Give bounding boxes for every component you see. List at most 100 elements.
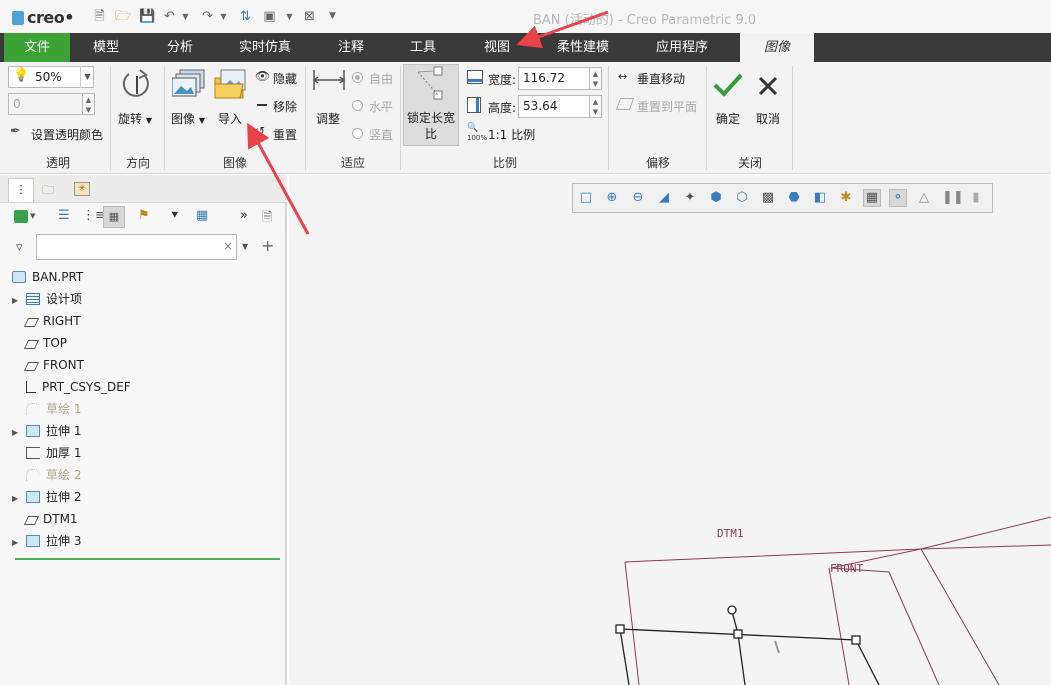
import-button[interactable]: 导入	[218, 110, 242, 127]
customize-toolbar-icon[interactable]: ▼	[325, 9, 340, 24]
image-gallery-icon	[172, 69, 205, 97]
more-chevron-icon[interactable]: »	[240, 208, 248, 223]
clear-search-icon[interactable]: ×	[223, 239, 233, 253]
tree-item-label: FRONT	[43, 358, 84, 372]
radio-free[interactable]	[352, 72, 363, 83]
tab-annotate[interactable]: 注释	[326, 33, 376, 62]
add-icon[interactable]: +	[261, 236, 274, 255]
group-divider	[608, 66, 609, 170]
adjust-button[interactable]: 调整	[316, 110, 340, 127]
import-image-icon	[214, 69, 246, 99]
tree-item[interactable]: PRT_CSYS_DEF	[12, 376, 131, 398]
tab-applications[interactable]: 应用程序	[645, 33, 719, 62]
reset-to-plane-button[interactable]: 重置到平面	[637, 98, 697, 115]
radio-horizontal[interactable]	[352, 100, 363, 111]
tab-image[interactable]: 图像	[740, 33, 814, 62]
regenerate-icon[interactable]: ⇅	[238, 9, 253, 24]
redo-dropdown-icon[interactable]: ▼	[216, 9, 231, 24]
expand-arrow-icon[interactable]: ▶	[12, 290, 26, 312]
tree-item[interactable]: TOP	[12, 332, 67, 354]
tree-item[interactable]: 草绘 1	[12, 398, 81, 420]
tree-item[interactable]: ▶ 拉伸 3	[12, 530, 81, 552]
datum-plane-icon	[23, 318, 40, 327]
tab-file[interactable]: 文件	[4, 33, 70, 62]
show-icon[interactable]	[14, 210, 28, 223]
width-spinner[interactable]: ▲ ▼	[590, 67, 602, 90]
tree-search-input[interactable]	[36, 234, 237, 260]
tab-model[interactable]: 模型	[76, 33, 136, 62]
part-icon	[12, 271, 26, 283]
settings-filter-icon[interactable]: ⯆	[170, 208, 180, 223]
layers-toggle-icon[interactable]: ▦	[103, 206, 125, 228]
tree-item[interactable]: ▶ 拉伸 1	[12, 420, 81, 442]
vertical-move-button[interactable]: 垂直移动	[637, 70, 685, 87]
one-to-one-scale-button[interactable]: 1:1 比例	[488, 126, 535, 143]
radio-vertical[interactable]	[352, 128, 363, 139]
height-spinner[interactable]: ▲ ▼	[590, 95, 602, 118]
tree-item-label: RIGHT	[43, 314, 81, 328]
tab-view[interactable]: 视图	[470, 33, 524, 62]
tab-analysis[interactable]: 分析	[150, 33, 210, 62]
new-file-icon[interactable]: 🗎	[92, 9, 107, 24]
tree-item[interactable]: ▶ 设计项	[12, 288, 82, 310]
datum-plane-icon	[23, 516, 40, 525]
expand-arrow-icon[interactable]: ▶	[12, 422, 26, 444]
lock-aspect-label: 锁定长宽比	[407, 111, 456, 141]
set-transparent-color-button[interactable]: 设置透明颜色	[31, 126, 103, 143]
group-label-fit: 适应	[340, 156, 365, 170]
tree-item[interactable]: 草绘 2	[12, 464, 81, 486]
undo-icon[interactable]: ↶	[162, 9, 177, 24]
redo-icon[interactable]: ↷	[200, 9, 215, 24]
tree-item[interactable]: RIGHT	[12, 310, 81, 332]
transparency-input[interactable]: 0	[8, 93, 83, 115]
expand-arrow-icon[interactable]: ▶	[12, 488, 26, 510]
width-field[interactable]: 116.72	[518, 67, 590, 90]
search-dropdown-icon[interactable]: ▼	[242, 242, 248, 251]
cancel-button[interactable]: 取消	[756, 110, 780, 127]
folder-browser-tab-icon[interactable]: 🗀	[42, 181, 54, 202]
tree-item[interactable]: DTM1	[12, 508, 78, 530]
tree-item[interactable]: ▶ 拉伸 2	[12, 486, 81, 508]
lightbulb-icon: 💡	[13, 68, 30, 83]
height-field[interactable]: 53.64	[518, 95, 590, 118]
undo-dropdown-icon[interactable]: ▼	[178, 9, 193, 24]
chevron-down-icon[interactable]: ▼	[80, 66, 94, 88]
model-tree-tab-icon[interactable]: ⋮	[8, 178, 34, 202]
window-title: BAN (活动的) - Creo Parametric 9.0	[533, 13, 757, 28]
tree-root[interactable]: BAN.PRT	[12, 266, 83, 288]
tab-tools[interactable]: 工具	[398, 33, 448, 62]
remove-button[interactable]: 移除	[273, 98, 297, 115]
filter-funnel-icon: ▿	[16, 240, 23, 255]
highlight-icon[interactable]: ⚑	[138, 208, 150, 223]
tree-columns-icon[interactable]: ☰	[58, 208, 70, 223]
group-label-image: 图像	[222, 156, 247, 170]
windows-icon[interactable]: ▣	[262, 9, 277, 24]
tree-item[interactable]: 加厚 1	[12, 442, 81, 464]
close-window-icon[interactable]: ⊠	[302, 9, 317, 24]
tab-live-simulation[interactable]: 实时仿真	[230, 33, 300, 62]
group-label-close: 关闭	[737, 156, 762, 170]
document-icon[interactable]: 🗎	[262, 208, 272, 230]
magnifier-100-icon: 🔍 100%	[467, 123, 488, 142]
ok-button[interactable]: 确定	[716, 110, 740, 127]
image-menu-button[interactable]: 图像 ▼	[171, 110, 205, 127]
windows-dropdown-icon[interactable]: ▼	[282, 9, 297, 24]
insert-indicator	[15, 558, 280, 560]
expand-arrow-icon[interactable]: ▶	[12, 532, 26, 554]
design-items-icon	[26, 293, 40, 305]
rotate-button[interactable]: 旋转 ▼	[118, 110, 152, 127]
chevron-down-icon[interactable]: ▼	[30, 212, 35, 220]
tree-item-label: PRT_CSYS_DEF	[42, 380, 131, 394]
tree-settings-icon[interactable]: ▦	[196, 208, 208, 223]
tab-flexible-modeling[interactable]: 柔性建模	[548, 33, 618, 62]
open-folder-icon[interactable]: 🗁	[115, 9, 131, 24]
favorites-tab-icon[interactable]: ✳	[74, 182, 90, 196]
save-icon[interactable]: 💾	[139, 9, 155, 24]
creo-logo: creo•	[12, 8, 74, 27]
hide-button[interactable]: 隐藏	[273, 70, 297, 87]
reset-icon: ↺	[255, 124, 266, 138]
extrude-icon	[26, 491, 40, 503]
reset-button[interactable]: 重置	[273, 126, 297, 143]
tree-item[interactable]: FRONT	[12, 354, 84, 376]
transparency-spinner[interactable]: ▲ ▼	[83, 93, 95, 115]
